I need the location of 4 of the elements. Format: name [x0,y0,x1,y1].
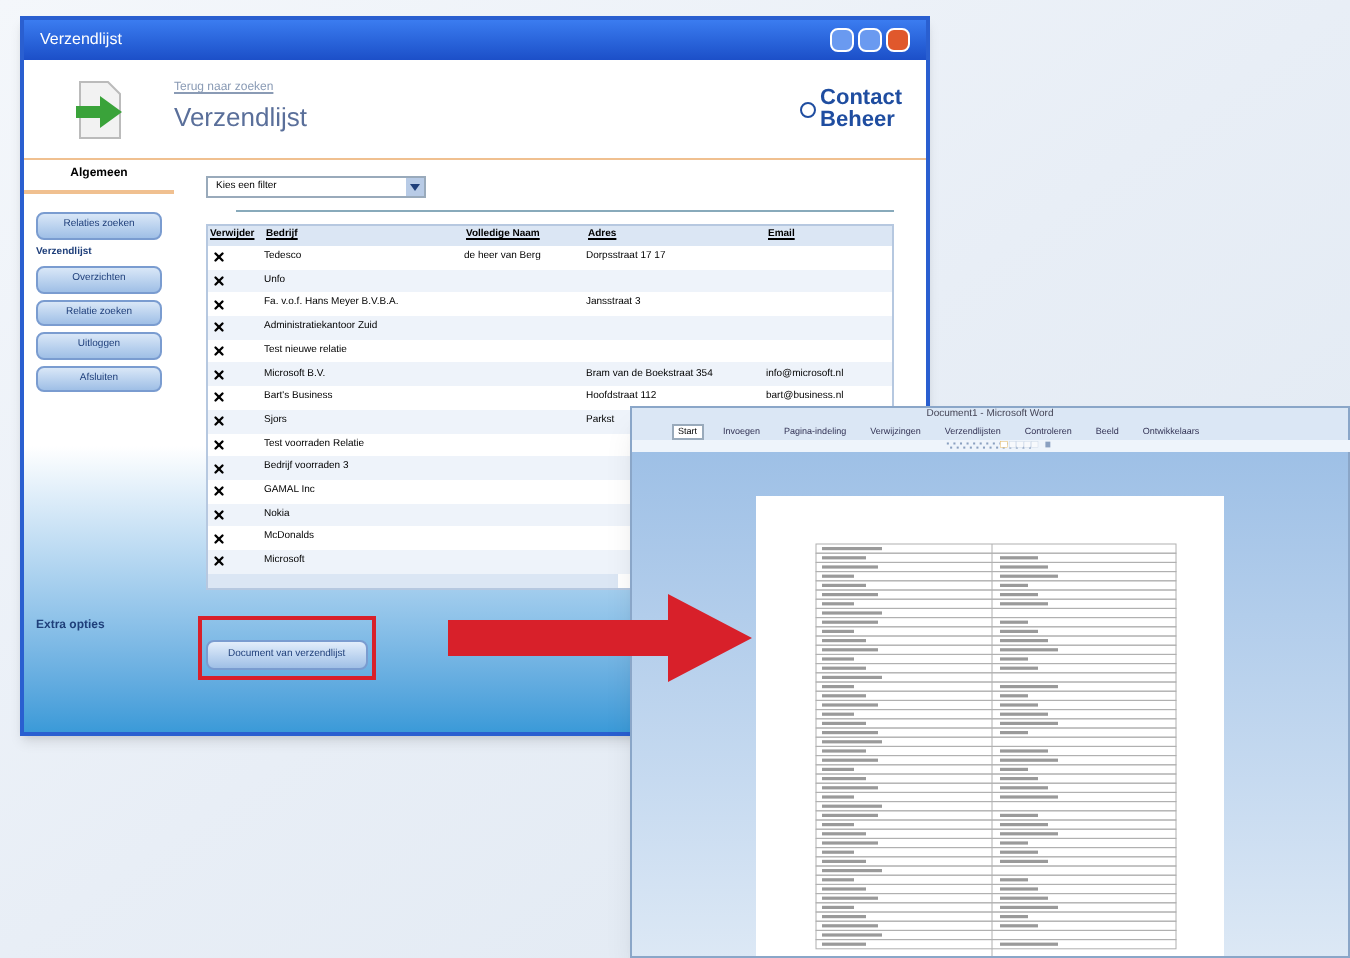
window-title: Verzendlijst [40,28,122,52]
page-heading: Verzendlijst [174,100,309,137]
logo-text: Beheer [820,109,897,131]
logo-text: Contact [820,87,902,109]
